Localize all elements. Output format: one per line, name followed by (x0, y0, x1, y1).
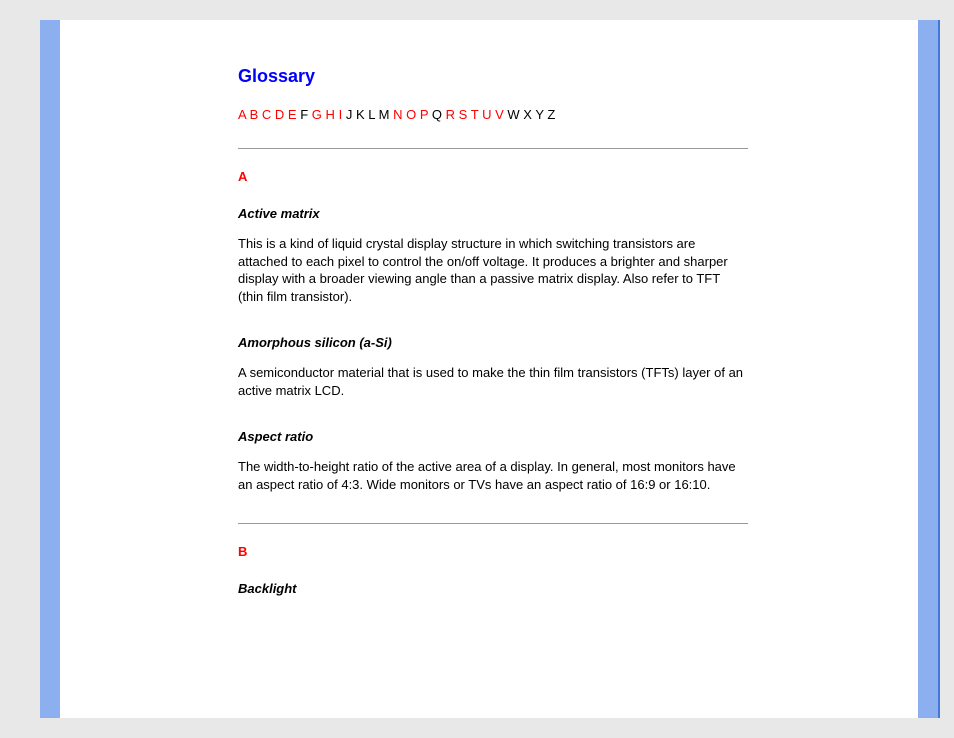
term-title: Active matrix (238, 206, 858, 221)
right-blue-stripe (918, 20, 938, 718)
alpha-link-r[interactable]: R (446, 107, 455, 122)
left-blue-stripe (40, 20, 60, 718)
alpha-nolink-q: Q (432, 107, 442, 122)
glossary-sections: A Active matrix This is a kind of liquid c… (238, 169, 858, 596)
alpha-link-u[interactable]: U (482, 107, 491, 122)
alpha-link-b[interactable]: B (250, 107, 259, 122)
right-blue-stripe-edge (938, 20, 940, 718)
alpha-link-g[interactable]: G (312, 107, 322, 122)
term-title: Aspect ratio (238, 429, 858, 444)
content-area: Glossary A B C D E F G H I J K L M N O P… (60, 20, 918, 718)
alpha-nolink-j: J (346, 107, 353, 122)
alpha-link-d[interactable]: D (275, 107, 284, 122)
section-letter-b: B (238, 544, 858, 559)
alpha-nolink-y: Y (535, 107, 543, 122)
divider (238, 523, 748, 524)
term-title: Backlight (238, 581, 858, 596)
term-description: This is a kind of liquid crystal display… (238, 235, 748, 305)
divider (238, 148, 748, 149)
alpha-link-a[interactable]: A (238, 107, 246, 122)
alpha-link-t[interactable]: T (471, 107, 479, 122)
alpha-nolink-w: W (507, 107, 519, 122)
page-wrapper: Glossary A B C D E F G H I J K L M N O P… (0, 0, 954, 738)
alpha-link-c[interactable]: C (262, 107, 271, 122)
alpha-link-v[interactable]: V (495, 107, 504, 122)
alpha-link-n[interactable]: N (393, 107, 402, 122)
alpha-link-o[interactable]: O (406, 107, 416, 122)
alpha-link-e[interactable]: E (288, 107, 297, 122)
page-title: Glossary (238, 66, 858, 87)
alpha-nolink-l: L (368, 107, 375, 122)
alpha-link-s[interactable]: S (459, 107, 468, 122)
term-title: Amorphous silicon (a-Si) (238, 335, 858, 350)
alphabet-index: A B C D E F G H I J K L M N O P Q R S T … (238, 107, 858, 122)
alpha-link-i[interactable]: I (339, 107, 343, 122)
alpha-nolink-f: F (300, 107, 308, 122)
alpha-nolink-x: X (523, 107, 532, 122)
term-description: A semiconductor material that is used to… (238, 364, 748, 399)
alpha-link-h[interactable]: H (326, 107, 335, 122)
alpha-nolink-m: M (379, 107, 390, 122)
alpha-nolink-k: K (356, 107, 365, 122)
section-letter-a: A (238, 169, 858, 184)
alpha-nolink-z: Z (547, 107, 555, 122)
alpha-link-p[interactable]: P (420, 107, 428, 122)
term-description: The width-to-height ratio of the active … (238, 458, 748, 493)
